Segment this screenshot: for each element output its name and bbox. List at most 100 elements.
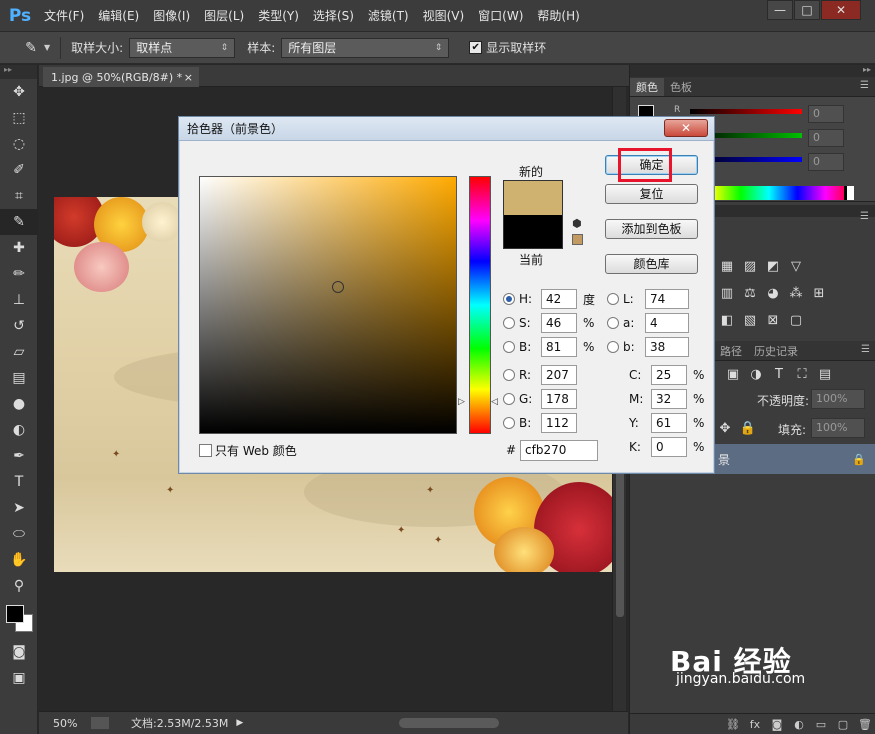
delete-layer-icon[interactable]: 🗑 xyxy=(854,718,875,731)
b-value[interactable]: 0 xyxy=(808,153,844,171)
current-color-swatch[interactable] xyxy=(503,215,563,249)
exposure-icon[interactable]: ◩ xyxy=(764,257,782,275)
posterize-icon[interactable]: ▧ xyxy=(741,311,759,329)
type-tool-icon[interactable]: T xyxy=(0,469,38,495)
hue-slider-arrow-right-icon[interactable]: ◁ xyxy=(491,397,498,407)
r-value[interactable]: 0 xyxy=(808,105,844,123)
stamp-tool-icon[interactable]: ⊥ xyxy=(0,287,38,313)
smart-filter-icon[interactable]: ▤ xyxy=(816,365,834,383)
menu-select[interactable]: 选择(S) xyxy=(313,7,354,24)
ellipse-tool-icon[interactable]: ⬭ xyxy=(0,521,38,547)
type-filter-icon[interactable]: T xyxy=(770,365,788,383)
web-colors-only[interactable]: 只有 Web 颜色 xyxy=(199,442,297,459)
menu-image[interactable]: 图像(I) xyxy=(153,7,190,24)
m-input[interactable]: 32 xyxy=(651,389,687,409)
hue-slider[interactable] xyxy=(469,176,491,434)
lasso-tool-icon[interactable]: ◌ xyxy=(0,131,38,157)
new-layer-icon[interactable]: ▢ xyxy=(832,718,854,731)
pen-tool-icon[interactable]: ✒ xyxy=(0,443,38,469)
panel-collapse-icon[interactable]: ▸▸ xyxy=(630,65,875,77)
play-arrow-icon[interactable]: ▶ xyxy=(236,718,243,728)
radio-lab-b[interactable] xyxy=(607,341,619,353)
c-input[interactable]: 25 xyxy=(651,365,687,385)
menu-layer[interactable]: 图层(L) xyxy=(204,7,244,24)
h-input[interactable]: 42 xyxy=(541,289,577,309)
zoom-tool-icon[interactable]: ⚲ xyxy=(0,573,38,599)
opacity-field[interactable]: 100% xyxy=(811,389,865,409)
healing-brush-icon[interactable]: ✚ xyxy=(0,235,38,261)
crop-tool-icon[interactable]: ⌗ xyxy=(0,183,38,209)
tool-preset-arrow-icon[interactable]: ▼ xyxy=(44,43,50,52)
tab-swatches[interactable]: 色板 xyxy=(664,78,698,96)
zoom-level[interactable]: 50% xyxy=(53,717,91,730)
screen-mode-icon[interactable]: ▣ xyxy=(0,665,38,691)
quick-mask-icon[interactable]: ◙ xyxy=(0,639,38,665)
tab-paths[interactable]: 路径 xyxy=(714,342,748,360)
minimize-button[interactable]: — xyxy=(767,0,793,20)
hex-input[interactable]: cfb270 xyxy=(520,440,598,461)
brightness-input[interactable]: 81 xyxy=(541,337,577,357)
eyedropper-tool-icon[interactable]: ✎ xyxy=(0,209,38,235)
radio-g[interactable] xyxy=(503,393,515,405)
menu-help[interactable]: 帮助(H) xyxy=(537,7,579,24)
channel-mixer-icon[interactable]: ⊞ xyxy=(810,284,828,302)
g-input[interactable]: 178 xyxy=(541,389,577,409)
hand-tool-icon[interactable]: ✋ xyxy=(0,547,38,573)
adjust-filter-icon[interactable]: ◑ xyxy=(747,365,765,383)
color-picker-marker[interactable] xyxy=(332,281,344,293)
invert-icon[interactable]: ◧ xyxy=(718,311,736,329)
menu-edit[interactable]: 编辑(E) xyxy=(98,7,139,24)
path-select-icon[interactable]: ➤ xyxy=(0,495,38,521)
history-brush-icon[interactable]: ↺ xyxy=(0,313,38,339)
radio-r[interactable] xyxy=(503,369,515,381)
panel-menu-icon[interactable]: ☰ xyxy=(861,344,870,355)
lab-b-input[interactable]: 38 xyxy=(645,337,689,357)
g-value[interactable]: 0 xyxy=(808,129,844,147)
eyedropper-icon[interactable]: ✎ xyxy=(22,39,40,57)
layer-row-background[interactable]: 景 🔒 xyxy=(714,444,875,474)
sample-size-dropdown[interactable]: 取样点 ⇕ xyxy=(129,37,236,58)
s-input[interactable]: 46 xyxy=(541,313,577,333)
panel-collapse-icon[interactable]: ▸▸ xyxy=(0,65,37,79)
panel-menu-icon[interactable]: ☰ xyxy=(860,211,869,222)
saturation-brightness-field[interactable] xyxy=(199,176,457,434)
levels-icon[interactable]: ▦ xyxy=(718,257,736,275)
dialog-close-button[interactable]: ✕ xyxy=(664,119,708,137)
a-input[interactable]: 4 xyxy=(645,313,689,333)
show-ring-checkbox[interactable]: ✔ xyxy=(469,41,483,54)
color-swatches[interactable] xyxy=(0,599,37,639)
shape-filter-icon[interactable]: ⛶ xyxy=(793,365,811,383)
color-balance-icon[interactable]: ⚖ xyxy=(741,284,759,302)
close-window-button[interactable]: ✕ xyxy=(821,0,861,20)
radio-s[interactable] xyxy=(503,317,515,329)
radio-brightness[interactable] xyxy=(503,341,515,353)
add-mask-icon[interactable]: ◙ xyxy=(766,718,788,731)
radio-h[interactable] xyxy=(503,293,515,305)
curves-icon[interactable]: ▨ xyxy=(741,257,759,275)
gradient-tool-icon[interactable]: ▤ xyxy=(0,365,38,391)
menu-type[interactable]: 类型(Y) xyxy=(258,7,299,24)
reset-button[interactable]: 复位 xyxy=(605,184,698,204)
maximize-button[interactable]: □ xyxy=(794,0,820,20)
quick-select-tool-icon[interactable]: ✐ xyxy=(0,157,38,183)
sample-dropdown[interactable]: 所有图层 ⇕ xyxy=(281,37,450,58)
gradient-map-icon[interactable]: ▽ xyxy=(787,257,805,275)
pixel-filter-icon[interactable]: ▣ xyxy=(724,365,742,383)
close-tab-icon[interactable]: × xyxy=(184,71,193,84)
color-libraries-button[interactable]: 颜色库 xyxy=(605,254,698,274)
dodge-tool-icon[interactable]: ◐ xyxy=(0,417,38,443)
radio-l[interactable] xyxy=(607,293,619,305)
k-input[interactable]: 0 xyxy=(651,437,687,457)
menu-window[interactable]: 窗口(W) xyxy=(478,7,523,24)
add-to-swatches-button[interactable]: 添加到色板 xyxy=(605,219,698,239)
selective-color-icon[interactable]: ▢ xyxy=(787,311,805,329)
document-tab[interactable]: 1.jpg @ 50%(RGB/8#) * × xyxy=(43,67,199,87)
y-input[interactable]: 61 xyxy=(651,413,687,433)
marquee-tool-icon[interactable]: ⬚ xyxy=(0,105,38,131)
horizontal-scrollbar[interactable] xyxy=(399,718,499,728)
spectrum-bw[interactable] xyxy=(844,186,854,200)
bw-icon[interactable]: ◕ xyxy=(764,284,782,302)
blue-input[interactable]: 112 xyxy=(541,413,577,433)
fill-field[interactable]: 100% xyxy=(811,418,865,438)
new-group-icon[interactable]: ▭ xyxy=(810,718,832,731)
